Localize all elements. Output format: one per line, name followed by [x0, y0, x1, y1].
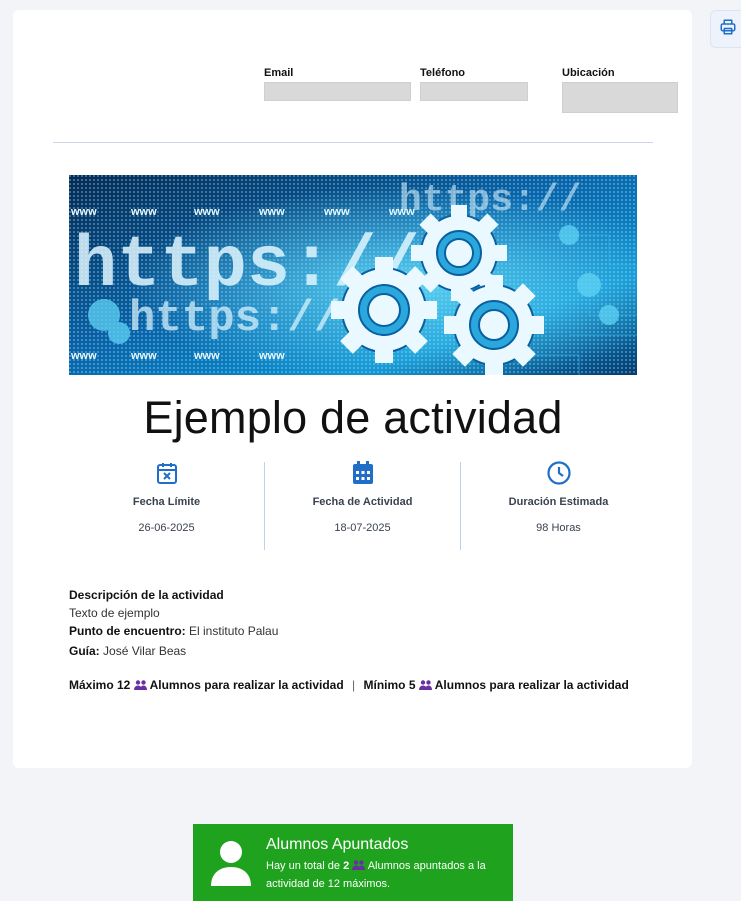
- print-button[interactable]: [710, 10, 741, 48]
- clock-icon: [546, 461, 571, 490]
- max-participants-text: Alumnos para realizar la actividad: [149, 678, 344, 692]
- banner-small-text: https://: [399, 179, 581, 222]
- enrolled-students-panel: Alumnos Apuntados Hay un total de 2 Alum…: [193, 824, 513, 901]
- description-label: Descripción de la actividad: [69, 588, 224, 602]
- guide-value: José Vilar Beas: [103, 644, 187, 658]
- svg-text:www: www: [70, 206, 97, 218]
- banner-mid-text: https://: [129, 294, 340, 344]
- description-text: Texto de ejemplo: [69, 606, 160, 620]
- calendar-grid-icon: [352, 461, 374, 490]
- stat-label: Fecha de Actividad: [312, 496, 413, 508]
- stat-deadline: Fecha Límite 26-06-2025: [69, 462, 264, 550]
- people-icon: [133, 679, 147, 693]
- stat-value: 26-06-2025: [138, 522, 195, 534]
- enrolled-summary: Hay un total de 2 Alumnos apuntados a la…: [266, 858, 506, 893]
- people-icon: [352, 859, 366, 876]
- participant-limits: Máximo 12 Alumnos para realizar la activ…: [69, 678, 629, 693]
- stat-label: Fecha Límite: [132, 496, 201, 508]
- header-divider: [53, 142, 653, 143]
- activity-banner-image: https:// https:// https:// www www www www…: [69, 175, 637, 375]
- stat-activity-date: Fecha de Actividad 18-07-2025: [264, 461, 460, 550]
- guide-label: Guía:: [69, 644, 100, 658]
- max-participants: Máximo 12: [69, 678, 131, 692]
- email-block: Email: [264, 67, 411, 101]
- activity-title: Ejemplo de actividad: [143, 392, 563, 443]
- printer-icon: [719, 18, 737, 41]
- svg-text:www: www: [258, 350, 285, 362]
- svg-text:www: www: [388, 206, 415, 218]
- location-label: Ubicación: [562, 67, 615, 79]
- activity-stats: Fecha Límite 26-06-2025 Fecha de Activid…: [69, 461, 656, 550]
- svg-text:www: www: [130, 206, 157, 218]
- stat-label: Duración Estimada: [508, 496, 609, 508]
- stat-value: 98 Horas: [536, 522, 581, 534]
- email-label: Email: [264, 67, 294, 79]
- stat-duration: Duración Estimada 98 Horas: [460, 461, 656, 550]
- svg-text:www: www: [130, 350, 157, 362]
- email-value-placeholder: [264, 82, 411, 101]
- enrolled-title: Alumnos Apuntados: [266, 836, 409, 853]
- limits-separator: |: [352, 678, 356, 692]
- phone-value-placeholder: [420, 82, 528, 101]
- user-avatar-icon: [209, 840, 253, 891]
- location-block: Ubicación: [562, 67, 678, 113]
- enrolled-text-prefix: Hay un total de: [266, 860, 340, 872]
- svg-text:www: www: [193, 206, 220, 218]
- people-icon: [418, 679, 432, 693]
- min-participants: Mínimo 5: [363, 678, 416, 692]
- enrolled-count: 2: [343, 860, 350, 872]
- svg-text:www: www: [258, 206, 285, 218]
- phone-label: Teléfono: [420, 67, 466, 79]
- activity-details: Descripción de la actividad Texto de eje…: [69, 586, 669, 660]
- calendar-x-icon: [156, 461, 178, 490]
- meeting-point-value: El instituto Palau: [189, 624, 279, 638]
- svg-text:www: www: [323, 206, 350, 218]
- location-value-placeholder: [562, 82, 678, 113]
- svg-text:www: www: [193, 350, 220, 362]
- svg-text:www: www: [70, 350, 97, 362]
- phone-block: Teléfono: [420, 67, 528, 101]
- meeting-point-label: Punto de encuentro:: [69, 624, 186, 638]
- stat-value: 18-07-2025: [334, 522, 391, 534]
- min-participants-text: Alumnos para realizar la actividad: [434, 678, 629, 692]
